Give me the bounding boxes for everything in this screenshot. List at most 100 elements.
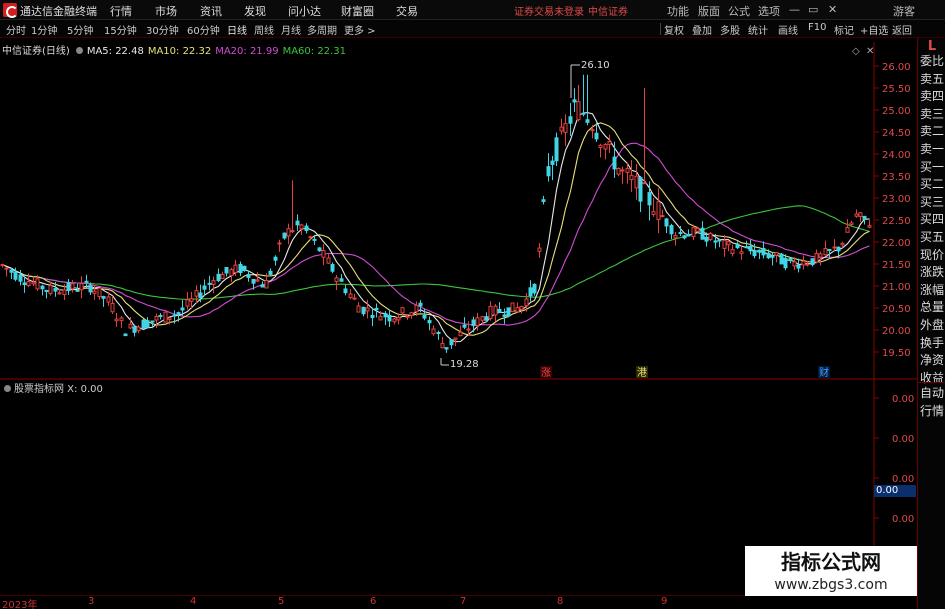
tool-f10[interactable]: F10 [808, 22, 826, 33]
period-1min[interactable]: 1分钟 [31, 22, 57, 37]
btn-gongshi[interactable]: 公式 [728, 3, 750, 19]
candle-body [541, 199, 546, 203]
tool-diejia[interactable]: 叠加 [692, 22, 712, 37]
menu-shichang[interactable]: 市场 [155, 3, 177, 19]
low-price-label: 19.28 [450, 359, 479, 370]
menu-bar: 通达信金融终端 行情 市场 资讯 发现 问小达 财富圈 交易 证券交易未登录 中… [0, 0, 945, 20]
period-multi[interactable]: 多周期 [307, 22, 337, 37]
event-marker-gang[interactable]: 港 [637, 367, 647, 379]
close-chart-icon[interactable]: ✕ [866, 46, 874, 57]
period-5min[interactable]: 5分钟 [67, 22, 93, 37]
menu-zixun[interactable]: 资讯 [200, 3, 222, 19]
candle-body [607, 141, 612, 145]
tool-tongji[interactable]: 统计 [748, 22, 768, 37]
panel-tab[interactable]: 买一 [919, 160, 945, 174]
candle-body [497, 308, 502, 313]
watermark-banner: 指标公式网 www.zbgs3.com [745, 546, 917, 596]
panel-tab[interactable]: 卖二 [919, 124, 945, 138]
btn-banmian[interactable]: 版面 [698, 3, 720, 19]
candle-body [739, 251, 744, 255]
candle-body [334, 277, 339, 283]
panel-tab[interactable]: 换手 [919, 336, 945, 350]
panel-tab[interactable]: 总量 [919, 300, 945, 314]
panel-tab[interactable]: 买五 [919, 230, 945, 244]
indicator-name[interactable]: 股票指标网 X: 0.00 [14, 384, 103, 395]
settings-dot-icon[interactable] [75, 47, 83, 54]
close-icon[interactable]: ✕ [828, 3, 837, 16]
tool-duogu[interactable]: 多股 [720, 22, 740, 37]
tool-add-watchlist[interactable]: +自选 [860, 22, 888, 37]
panel-tab[interactable]: 净资 [919, 353, 945, 367]
tool-huaxian[interactable]: 画线 [778, 22, 798, 37]
panel-tab[interactable]: 涨幅 [919, 283, 945, 297]
tool-back[interactable]: 返回 [892, 22, 912, 37]
period-60min[interactable]: 60分钟 [187, 22, 220, 37]
candle-body [796, 264, 801, 269]
panel-tab[interactable]: 卖一 [919, 142, 945, 156]
candle-body [431, 328, 436, 335]
period-15min[interactable]: 15分钟 [104, 22, 137, 37]
candle-body [757, 249, 762, 253]
panel-tab[interactable]: 涨跌 [919, 265, 945, 279]
candle-body [330, 263, 335, 272]
candle-body [92, 290, 97, 294]
panel-tab[interactable]: 买四 [919, 212, 945, 226]
kline-chart[interactable]: 26.00 25.50 25.00 24.50 24.00 23.50 23.00 22.50… [0, 38, 917, 609]
candle-body [700, 227, 705, 240]
panel-tab[interactable]: 买二 [919, 177, 945, 191]
candle-body [339, 278, 344, 282]
event-marker-zhang[interactable]: 涨 [541, 367, 551, 379]
panel-tab[interactable]: 买三 [919, 195, 945, 209]
menu-hangqing[interactable]: 行情 [110, 3, 132, 19]
minimize-icon[interactable]: — [789, 3, 800, 16]
menu-jiaoyi[interactable]: 交易 [396, 3, 418, 19]
candle-body [488, 305, 493, 319]
collapse-icon[interactable]: ◇ [852, 46, 860, 57]
candle-body [559, 126, 564, 132]
btn-gongneng[interactable]: 功能 [667, 3, 689, 19]
broker-name[interactable]: 中信证券 [588, 3, 628, 18]
tool-fuquan[interactable]: 复权 [664, 22, 684, 37]
guest-user[interactable]: 游客 [893, 3, 915, 19]
candle-body [616, 167, 621, 175]
panel-tab-auto[interactable]: 自动 [919, 386, 945, 400]
panel-tab[interactable]: 卖五 [919, 72, 945, 86]
period-30min[interactable]: 30分钟 [146, 22, 179, 37]
panel-separator [918, 382, 945, 383]
candle-body [717, 239, 722, 242]
panel-tab[interactable]: 现价 [919, 248, 945, 262]
period-daily[interactable]: 日线 [227, 22, 247, 37]
candle-body [308, 236, 313, 239]
period-more[interactable]: 更多 > [344, 22, 376, 37]
candle-body [26, 281, 31, 287]
period-fenshi[interactable]: 分时 [6, 22, 26, 37]
login-status[interactable]: 证券交易未登录 [514, 3, 584, 18]
candle-body [836, 246, 841, 252]
candle-body [106, 296, 111, 303]
menu-wenxiaoda[interactable]: 问小达 [288, 3, 321, 19]
tool-biaoji[interactable]: 标记 [834, 22, 854, 37]
menu-faxian[interactable]: 发现 [244, 3, 266, 19]
candle-body [167, 317, 172, 320]
panel-l-tab[interactable]: L [919, 40, 945, 54]
candle-body [858, 212, 863, 217]
restore-icon[interactable]: ▭ [808, 3, 818, 16]
panel-tab-auto[interactable]: 行情 [919, 404, 945, 418]
candle-body [625, 168, 630, 173]
candle-body [207, 282, 212, 285]
btn-xuanxiang[interactable]: 选项 [758, 3, 780, 19]
event-marker-cai[interactable]: 财 [819, 366, 829, 379]
candle-body [638, 177, 643, 202]
period-monthly[interactable]: 月线 [281, 22, 301, 37]
indicator-dot-icon[interactable] [4, 385, 11, 392]
candle-body [57, 292, 62, 295]
candle-body [123, 333, 128, 337]
stock-name[interactable]: 中信证券(日线) [2, 46, 70, 57]
panel-tab[interactable]: 委比 [919, 54, 945, 68]
panel-tab[interactable]: 外盘 [919, 318, 945, 332]
panel-tab[interactable]: 卖四 [919, 89, 945, 103]
panel-tab[interactable]: 卖三 [919, 107, 945, 121]
period-weekly[interactable]: 周线 [254, 22, 274, 37]
menu-caifuquan[interactable]: 财富圈 [341, 3, 374, 19]
candle-body [220, 273, 225, 279]
